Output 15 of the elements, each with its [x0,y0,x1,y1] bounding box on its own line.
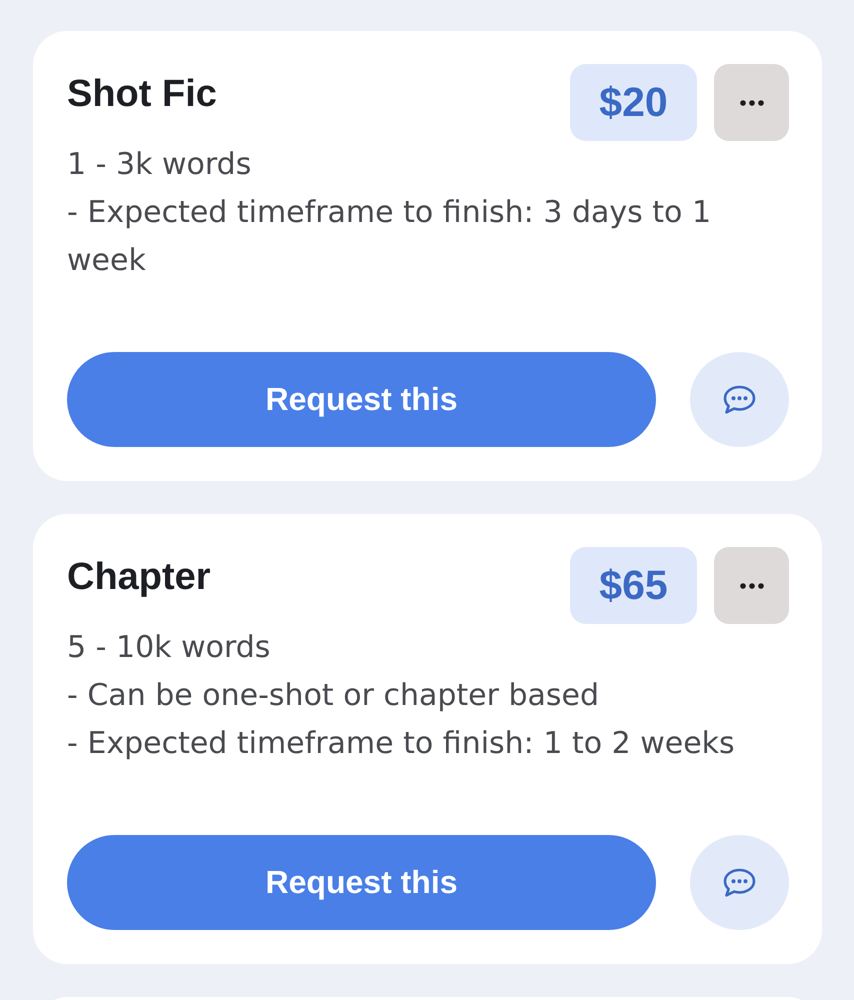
price-tag: $65 [570,547,697,624]
price-tag: $20 [570,64,697,141]
chat-bubble-icon [723,385,756,414]
ellipsis-icon [740,582,764,588]
detail-text: 5 - 10k words [67,629,272,667]
detail-text: - Can be one-shot or chapter based [67,677,600,715]
offer-title: Shot Fic [67,72,218,117]
detail-text: 1 - 3k words [67,146,252,184]
request-button[interactable]: Request this [67,352,656,447]
offer-title: Chapter [67,555,212,600]
chat-bubble-icon [723,868,756,897]
detail-text: - Expected timeframe to finish: 3 days to 1 week [67,194,712,280]
request-button[interactable]: Request this [67,835,656,930]
ellipsis-icon [740,100,764,106]
detail-text: - Expected timeframe to finish: 1 to 2 weeks [67,725,736,763]
